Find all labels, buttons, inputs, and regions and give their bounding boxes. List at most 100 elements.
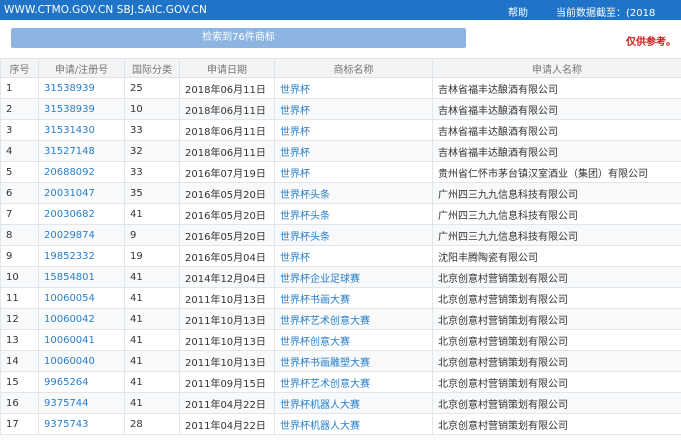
trademark-name-link[interactable]: 世界杯 — [274, 77, 433, 99]
col-header-applicant[interactable]: 申请人名称 — [432, 58, 681, 78]
trademark-name-link[interactable]: 世界杯机器人大赛 — [274, 392, 433, 414]
row-index: 5 — [0, 161, 39, 183]
date-cell: 2016年07月19日 — [179, 161, 275, 183]
reg-number-link[interactable]: 20688092 — [38, 161, 125, 183]
table-row[interactable]: 6 20031047 35 2016年05月20日 世界杯头条 广州四三九九信息科技有限公… — [0, 182, 681, 204]
applicant-cell: 吉林省福丰达酿酒有限公司 — [432, 77, 681, 99]
current-data-date: 当前数据截至：(2018 — [556, 8, 656, 19]
applicant-cell: 吉林省福丰达酿酒有限公司 — [432, 140, 681, 162]
class-cell: 33 — [124, 119, 180, 141]
trademark-name-link[interactable]: 世界杯 — [274, 119, 433, 141]
applicant-cell: 北京创意村营销策划有限公司 — [432, 413, 681, 435]
class-cell: 41 — [124, 287, 180, 309]
trademark-name-link[interactable]: 世界杯书画雕塑大赛 — [274, 350, 433, 372]
col-header-class[interactable]: 国际分类 — [124, 58, 180, 78]
help-link[interactable]: 帮助 — [508, 4, 528, 19]
reg-number-link[interactable]: 31527148 — [38, 140, 125, 162]
table-row[interactable]: 11 10060054 41 2011年10月13日 世界杯书画大赛 北京创意村营销策划有… — [0, 287, 681, 309]
table-row[interactable]: 13 10060041 41 2011年10月13日 世界杯创意大赛 北京创意村营销策划有… — [0, 329, 681, 351]
trademark-name-link[interactable]: 世界杯头条 — [274, 224, 433, 246]
date-cell: 2011年10月13日 — [179, 329, 275, 351]
trademark-name-link[interactable]: 世界杯书画大赛 — [274, 287, 433, 309]
col-header-date[interactable]: 申请日期 — [179, 58, 275, 78]
applicant-cell: 贵州省仁怀市茅台镇汉室酒业（集团）有限公司 — [432, 161, 681, 183]
col-header-trademark-name[interactable]: 商标名称 — [274, 58, 433, 78]
class-cell: 9 — [124, 224, 180, 246]
applicant-cell: 北京创意村营销策划有限公司 — [432, 308, 681, 330]
applicant-cell: 北京创意村营销策划有限公司 — [432, 371, 681, 393]
date-cell: 2011年09月15日 — [179, 371, 275, 393]
table-row[interactable]: 5 20688092 33 2016年07月19日 世界杯 贵州省仁怀市茅台镇汉室酒业（集… — [0, 161, 681, 183]
class-cell: 28 — [124, 413, 180, 435]
reg-number-link[interactable]: 9965264 — [38, 371, 125, 393]
trademark-name-link[interactable]: 世界杯企业足球赛 — [274, 266, 433, 288]
trademark-name-link[interactable]: 世界杯艺术创意大赛 — [274, 308, 433, 330]
applicant-cell: 北京创意村营销策划有限公司 — [432, 329, 681, 351]
row-index: 17 — [0, 413, 39, 435]
table-row[interactable]: 8 20029874 9 2016年05月20日 世界杯头条 广州四三九九信息科技有限公司 — [0, 224, 681, 246]
site-url: WWW.CTMO.GOV.CN SBJ.SAIC.GOV.CN — [4, 4, 207, 16]
reg-number-link[interactable]: 9375744 — [38, 392, 125, 414]
class-cell: 41 — [124, 266, 180, 288]
applicant-cell: 广州四三九九信息科技有限公司 — [432, 182, 681, 204]
trademark-name-link[interactable]: 世界杯头条 — [274, 203, 433, 225]
row-index: 6 — [0, 182, 39, 204]
date-cell: 2011年10月13日 — [179, 350, 275, 372]
table-row[interactable]: 17 9375743 28 2011年04月22日 世界杯机器人大赛 北京创意村营销策划有… — [0, 413, 681, 435]
reg-number-link[interactable]: 19852332 — [38, 245, 125, 267]
reg-number-link[interactable]: 20029874 — [38, 224, 125, 246]
applicant-cell: 吉林省福丰达酿酒有限公司 — [432, 98, 681, 120]
trademark-name-link[interactable]: 世界杯 — [274, 98, 433, 120]
trademark-name-link[interactable]: 世界杯机器人大赛 — [274, 413, 433, 435]
reg-number-link[interactable]: 10060041 — [38, 329, 125, 351]
class-cell: 41 — [124, 392, 180, 414]
reg-number-link[interactable]: 20031047 — [38, 182, 125, 204]
trademark-name-link[interactable]: 世界杯 — [274, 161, 433, 183]
table-row[interactable]: 7 20030682 41 2016年05月20日 世界杯头条 广州四三九九信息科技有限公… — [0, 203, 681, 225]
table-row[interactable]: 2 31538939 10 2018年06月11日 世界杯 吉林省福丰达酿酒有限公司 — [0, 98, 681, 120]
table-row[interactable]: 16 9375744 41 2011年04月22日 世界杯机器人大赛 北京创意村营销策划有… — [0, 392, 681, 414]
reg-number-link[interactable]: 9375743 — [38, 413, 125, 435]
reg-number-link[interactable]: 31531430 — [38, 119, 125, 141]
reg-number-link[interactable]: 31538939 — [38, 77, 125, 99]
class-cell: 35 — [124, 182, 180, 204]
col-header-index[interactable]: 序号 — [0, 58, 39, 78]
row-index: 3 — [0, 119, 39, 141]
row-index: 1 — [0, 77, 39, 99]
trademark-name-link[interactable]: 世界杯 — [274, 245, 433, 267]
table-row[interactable]: 4 31527148 32 2018年06月11日 世界杯 吉林省福丰达酿酒有限公司 — [0, 140, 681, 162]
applicant-cell: 广州四三九九信息科技有限公司 — [432, 203, 681, 225]
table-row[interactable]: 3 31531430 33 2018年06月11日 世界杯 吉林省福丰达酿酒有限公司 — [0, 119, 681, 141]
trademark-name-link[interactable]: 世界杯创意大赛 — [274, 329, 433, 351]
applicant-cell: 沈阳丰腾陶瓷有限公司 — [432, 245, 681, 267]
applicant-cell: 北京创意村营销策划有限公司 — [432, 266, 681, 288]
top-bar: WWW.CTMO.GOV.CN SBJ.SAIC.GOV.CN 帮助 当前数据截… — [0, 0, 681, 20]
col-header-reg-number[interactable]: 申请/注册号 — [38, 58, 125, 78]
date-cell: 2018年06月11日 — [179, 98, 275, 120]
table-row[interactable]: 14 10060040 41 2011年10月13日 世界杯书画雕塑大赛 北京创意村营销策… — [0, 350, 681, 372]
reg-number-link[interactable]: 20030682 — [38, 203, 125, 225]
table-row[interactable]: 10 15854801 41 2014年12月04日 世界杯企业足球赛 北京创意村营销策划… — [0, 266, 681, 288]
table-row[interactable]: 15 9965264 41 2011年09月15日 世界杯艺术创意大赛 北京创意村营销策划… — [0, 371, 681, 393]
applicant-cell: 广州四三九九信息科技有限公司 — [432, 224, 681, 246]
reg-number-link[interactable]: 15854801 — [38, 266, 125, 288]
row-index: 16 — [0, 392, 39, 414]
reg-number-link[interactable]: 31538939 — [38, 98, 125, 120]
reg-number-link[interactable]: 10060042 — [38, 308, 125, 330]
class-cell: 33 — [124, 161, 180, 183]
date-cell: 2016年05月04日 — [179, 245, 275, 267]
table-row[interactable]: 12 10060042 41 2011年10月13日 世界杯艺术创意大赛 北京创意村营销策… — [0, 308, 681, 330]
trademark-name-link[interactable]: 世界杯头条 — [274, 182, 433, 204]
table-row[interactable]: 9 19852332 19 2016年05月04日 世界杯 沈阳丰腾陶瓷有限公司 — [0, 245, 681, 267]
trademark-name-link[interactable]: 世界杯 — [274, 140, 433, 162]
trademark-name-link[interactable]: 世界杯艺术创意大赛 — [274, 371, 433, 393]
search-result-button[interactable]: 检索到76件商标 — [11, 28, 466, 48]
class-cell: 10 — [124, 98, 180, 120]
reg-number-link[interactable]: 10060040 — [38, 350, 125, 372]
table-row[interactable]: 1 31538939 25 2018年06月11日 世界杯 吉林省福丰达酿酒有限公司 — [0, 77, 681, 99]
date-cell: 2018年06月11日 — [179, 119, 275, 141]
row-index: 14 — [0, 350, 39, 372]
reg-number-link[interactable]: 10060054 — [38, 287, 125, 309]
table-header-row: 序号 申请/注册号 国际分类 申请日期 商标名称 申请人名称 — [0, 58, 681, 78]
date-cell: 2014年12月04日 — [179, 266, 275, 288]
